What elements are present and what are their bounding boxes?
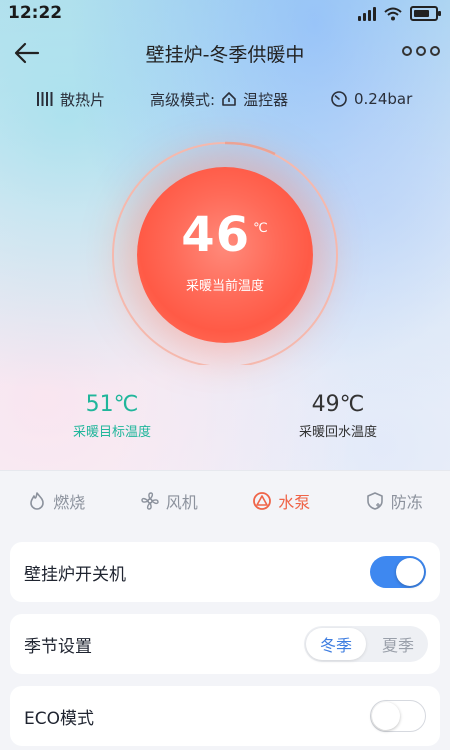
eco-toggle[interactable] <box>370 700 426 732</box>
tab-label: 燃烧 <box>53 493 86 512</box>
pump-icon <box>253 492 272 510</box>
toggle-knob <box>372 702 400 730</box>
tab-combustion[interactable]: 燃烧 <box>0 489 113 513</box>
target-temperature-label: 采暖目标温度 <box>72 425 151 440</box>
temperature-unit: ℃ <box>253 221 269 236</box>
season-option-winter[interactable]: 冬季 <box>306 628 366 660</box>
power-setting-card: 壁挂炉开关机 <box>10 542 440 602</box>
return-temperature: 49℃ 采暖回水温度 <box>238 392 438 440</box>
shield-icon <box>366 492 383 510</box>
season-option-summer[interactable]: 夏季 <box>368 626 428 662</box>
wifi-icon <box>384 7 402 20</box>
season-setting-label: 季节设置 <box>24 637 92 657</box>
return-temperature-value: 49℃ <box>311 392 365 417</box>
tab-antifreeze[interactable]: 防冻 <box>338 489 450 513</box>
tab-fan[interactable]: 风机 <box>113 489 226 513</box>
dot-icon <box>430 46 440 56</box>
gauge-icon <box>331 91 347 107</box>
dot-icon <box>402 46 412 56</box>
radiator-info: 散热片 <box>36 89 105 110</box>
pressure-value: 0.24bar <box>354 90 413 108</box>
mode-label: 高级模式: <box>150 90 216 109</box>
temperature-stats: 51℃ 采暖目标温度 49℃ 采暖回水温度 <box>0 392 450 452</box>
flame-icon <box>30 492 45 510</box>
dot-icon <box>416 46 426 56</box>
target-temperature: 51℃ 采暖目标温度 <box>12 392 212 440</box>
home-thermostat-icon <box>222 92 236 106</box>
tab-label: 防冻 <box>390 493 423 512</box>
page-title: 壁挂炉-冬季供暖中 <box>145 44 305 66</box>
season-setting-card: 季节设置 冬季 夏季 <box>10 614 440 674</box>
status-time: 12:22 <box>8 3 63 23</box>
tab-label: 水泵 <box>278 493 311 512</box>
temperature-dial: 46 ℃ 采暖当前温度 <box>105 135 345 365</box>
mode-info: 高级模式: 温控器 <box>150 89 288 110</box>
target-temperature-value: 51℃ <box>85 392 139 417</box>
toggle-knob <box>396 558 424 586</box>
power-toggle[interactable] <box>370 556 426 588</box>
pressure-info: 0.24bar <box>330 90 412 108</box>
tab-pump[interactable]: 水泵 <box>225 489 338 513</box>
component-tabs: 燃烧 风机 水泵 防冻 <box>0 470 450 531</box>
eco-setting-label: ECO模式 <box>24 709 94 729</box>
device-info-row: 散热片 高级模式: 温控器 0.24bar <box>0 85 450 113</box>
eco-setting-card: ECO模式 <box>10 686 440 746</box>
fan-icon <box>141 492 159 510</box>
more-options-button[interactable] <box>402 46 440 56</box>
current-temperature: 46 ℃ <box>181 207 269 263</box>
season-segmented-control: 冬季 夏季 <box>304 626 428 662</box>
system-icons <box>358 6 441 21</box>
tab-label: 风机 <box>165 493 198 512</box>
battery-icon <box>410 6 441 21</box>
app-header: 壁挂炉-冬季供暖中 <box>0 30 450 76</box>
mode-value: 温控器 <box>243 90 289 109</box>
radiator-label: 散热片 <box>60 90 106 109</box>
radiator-icon <box>37 92 53 106</box>
power-setting-label: 壁挂炉开关机 <box>24 565 126 585</box>
signal-icon <box>358 6 376 21</box>
return-temperature-label: 采暖回水温度 <box>298 425 377 440</box>
current-temperature-label: 采暖当前温度 <box>185 279 264 294</box>
status-bar: 12:22 <box>0 0 450 28</box>
